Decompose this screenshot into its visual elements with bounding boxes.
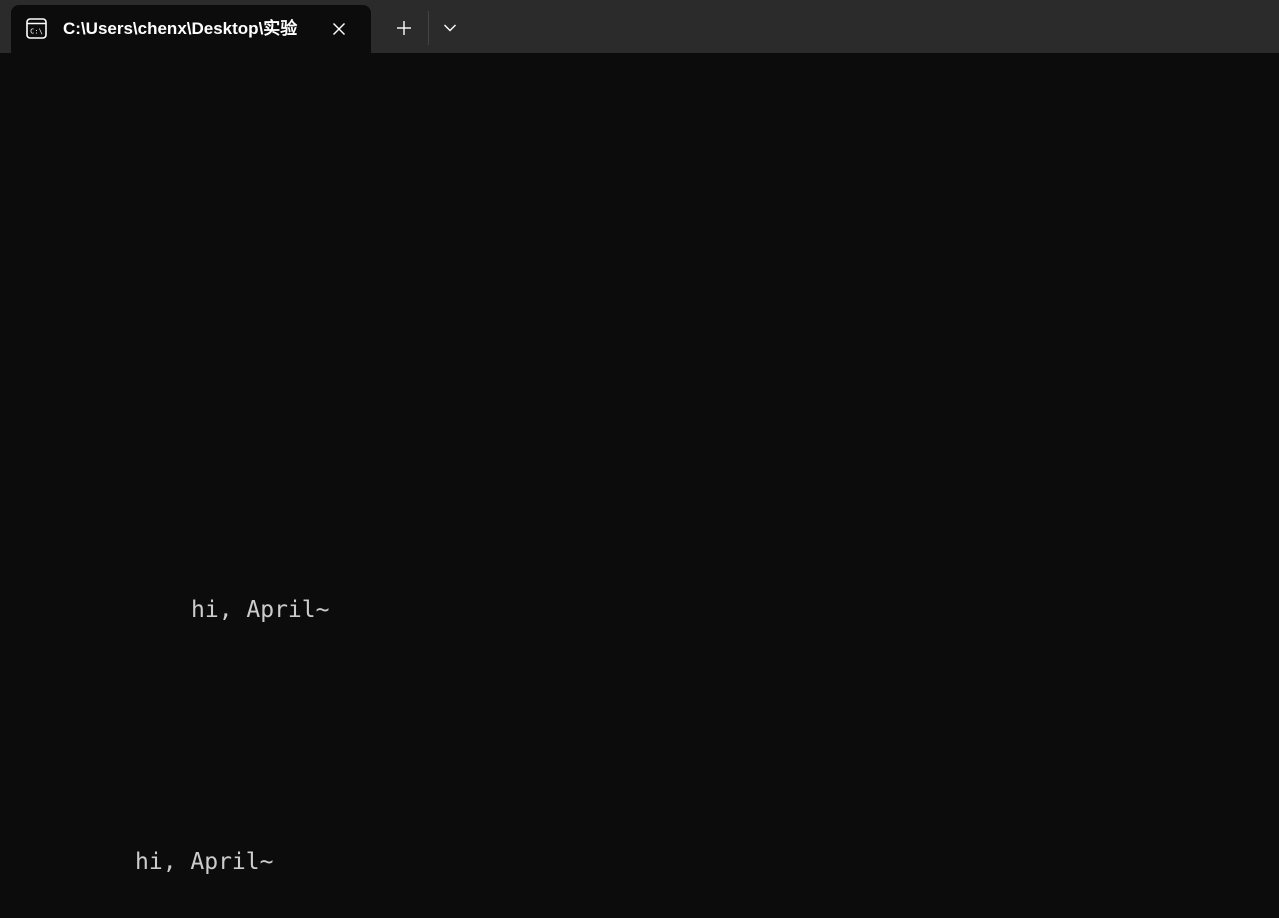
terminal-line: hi, April~ [191, 597, 330, 623]
terminal-line: hi, April~ [135, 849, 274, 875]
tab-cmd[interactable]: C:\ C:\Users\chenx\Desktop\实验 [11, 5, 371, 53]
tab-title: C:\Users\chenx\Desktop\实验 [63, 19, 298, 38]
svg-text:C:\: C:\ [30, 28, 43, 36]
terminal-window: C:\ C:\Users\chenx\Desktop\实验 hi, April~… [0, 0, 1279, 918]
close-icon[interactable] [327, 17, 351, 41]
cmd-prompt-icon: C:\ [26, 18, 47, 39]
plus-icon[interactable] [390, 14, 418, 42]
terminal-output[interactable]: hi, April~ hi, April~ [0, 53, 1279, 918]
title-bar[interactable]: C:\ C:\Users\chenx\Desktop\实验 [0, 0, 1279, 53]
chevron-down-icon[interactable] [437, 14, 463, 42]
titlebar-divider [428, 11, 429, 45]
